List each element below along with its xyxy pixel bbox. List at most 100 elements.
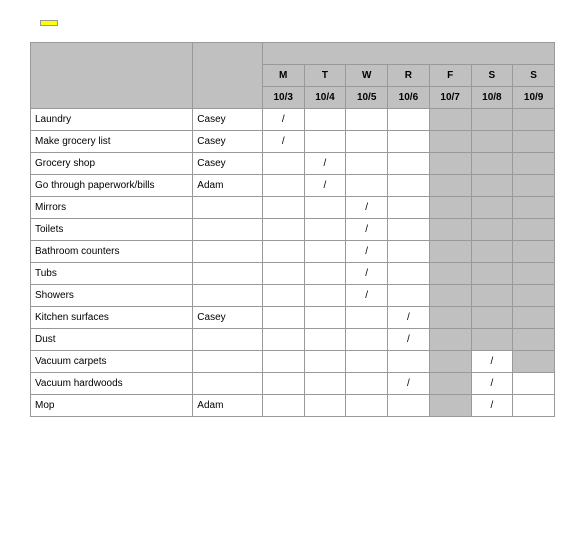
chore-cell (471, 109, 513, 131)
chore-cell (262, 351, 304, 373)
chore-cell (471, 329, 513, 351)
chore-cell (304, 219, 346, 241)
table-row: Showers/ (31, 285, 555, 307)
chore-cell (262, 219, 304, 241)
day-header: M (262, 65, 304, 87)
chore-cell (471, 307, 513, 329)
chore-cell (388, 219, 430, 241)
table-row: Kitchen surfacesCasey/ (31, 307, 555, 329)
chore-cell (262, 373, 304, 395)
chore-cell (513, 395, 555, 417)
day-header: F (429, 65, 471, 87)
chore-cell (471, 241, 513, 263)
chore-cell (429, 219, 471, 241)
chore-cell (429, 109, 471, 131)
chore-cell (429, 395, 471, 417)
chore-cell (513, 373, 555, 395)
chores-header (31, 43, 193, 109)
chore-cell: / (304, 175, 346, 197)
chore-cell (429, 263, 471, 285)
chore-cell (429, 131, 471, 153)
chore-name: Vacuum carpets (31, 351, 193, 373)
chore-cell (388, 197, 430, 219)
chore-owner (193, 329, 263, 351)
chore-cell: / (388, 307, 430, 329)
week-header (262, 43, 554, 65)
date-header: 10/8 (471, 87, 513, 109)
chore-cell (262, 153, 304, 175)
chore-cell: / (346, 197, 388, 219)
chore-cell (262, 175, 304, 197)
chore-cell (513, 241, 555, 263)
chore-owner: Casey (193, 153, 263, 175)
chore-cell (388, 241, 430, 263)
chore-cell (471, 285, 513, 307)
chores-table: MTWRFSS 10/310/410/510/610/710/810/9 Lau… (30, 42, 555, 417)
chore-cell: / (388, 329, 430, 351)
chore-name: Kitchen surfaces (31, 307, 193, 329)
chore-name: Bathroom counters (31, 241, 193, 263)
chore-cell (304, 395, 346, 417)
chore-cell (429, 241, 471, 263)
chore-cell (304, 197, 346, 219)
chore-cell (388, 263, 430, 285)
chore-cell: / (262, 131, 304, 153)
chore-cell (429, 175, 471, 197)
date-header: 10/9 (513, 87, 555, 109)
chore-owner (193, 197, 263, 219)
chore-cell (346, 395, 388, 417)
chore-cell (513, 351, 555, 373)
chore-cell (513, 175, 555, 197)
chore-cell (513, 109, 555, 131)
chore-cell (513, 329, 555, 351)
chore-cell (429, 197, 471, 219)
chore-cell (429, 373, 471, 395)
chore-cell (513, 131, 555, 153)
chore-cell (304, 241, 346, 263)
chore-owner: Adam (193, 395, 263, 417)
chore-cell (471, 219, 513, 241)
table-row: Toilets/ (31, 219, 555, 241)
chore-cell (346, 307, 388, 329)
chore-cell (429, 153, 471, 175)
table-row: Mirrors/ (31, 197, 555, 219)
chore-cell (513, 197, 555, 219)
chore-owner (193, 241, 263, 263)
chore-name: Make grocery list (31, 131, 193, 153)
chore-owner (193, 373, 263, 395)
chore-cell (513, 219, 555, 241)
chore-cell (304, 131, 346, 153)
chore-cell: / (346, 241, 388, 263)
chore-cell: / (346, 219, 388, 241)
date-header: 10/5 (346, 87, 388, 109)
chore-cell (346, 329, 388, 351)
chore-cell (471, 197, 513, 219)
chore-owner (193, 285, 263, 307)
chore-cell (429, 329, 471, 351)
chore-cell (513, 263, 555, 285)
chore-cell (471, 175, 513, 197)
chore-name: Mop (31, 395, 193, 417)
owner-header (193, 43, 263, 109)
chore-cell (388, 109, 430, 131)
chore-owner: Adam (193, 175, 263, 197)
table-row: Go through paperwork/billsAdam/ (31, 175, 555, 197)
chore-cell (429, 351, 471, 373)
chore-owner (193, 219, 263, 241)
chore-owner (193, 263, 263, 285)
chore-cell (513, 285, 555, 307)
table-row: Vacuum carpets/ (31, 351, 555, 373)
date-value[interactable] (40, 20, 58, 26)
chore-cell: / (262, 109, 304, 131)
chore-cell (346, 131, 388, 153)
chore-cell (346, 109, 388, 131)
chore-name: Grocery shop (31, 153, 193, 175)
chore-cell (304, 329, 346, 351)
chore-cell (388, 285, 430, 307)
chore-cell (429, 285, 471, 307)
chore-owner: Casey (193, 131, 263, 153)
table-row: LaundryCasey/ (31, 109, 555, 131)
chore-cell: / (346, 263, 388, 285)
chore-name: Dust (31, 329, 193, 351)
chore-cell (429, 307, 471, 329)
